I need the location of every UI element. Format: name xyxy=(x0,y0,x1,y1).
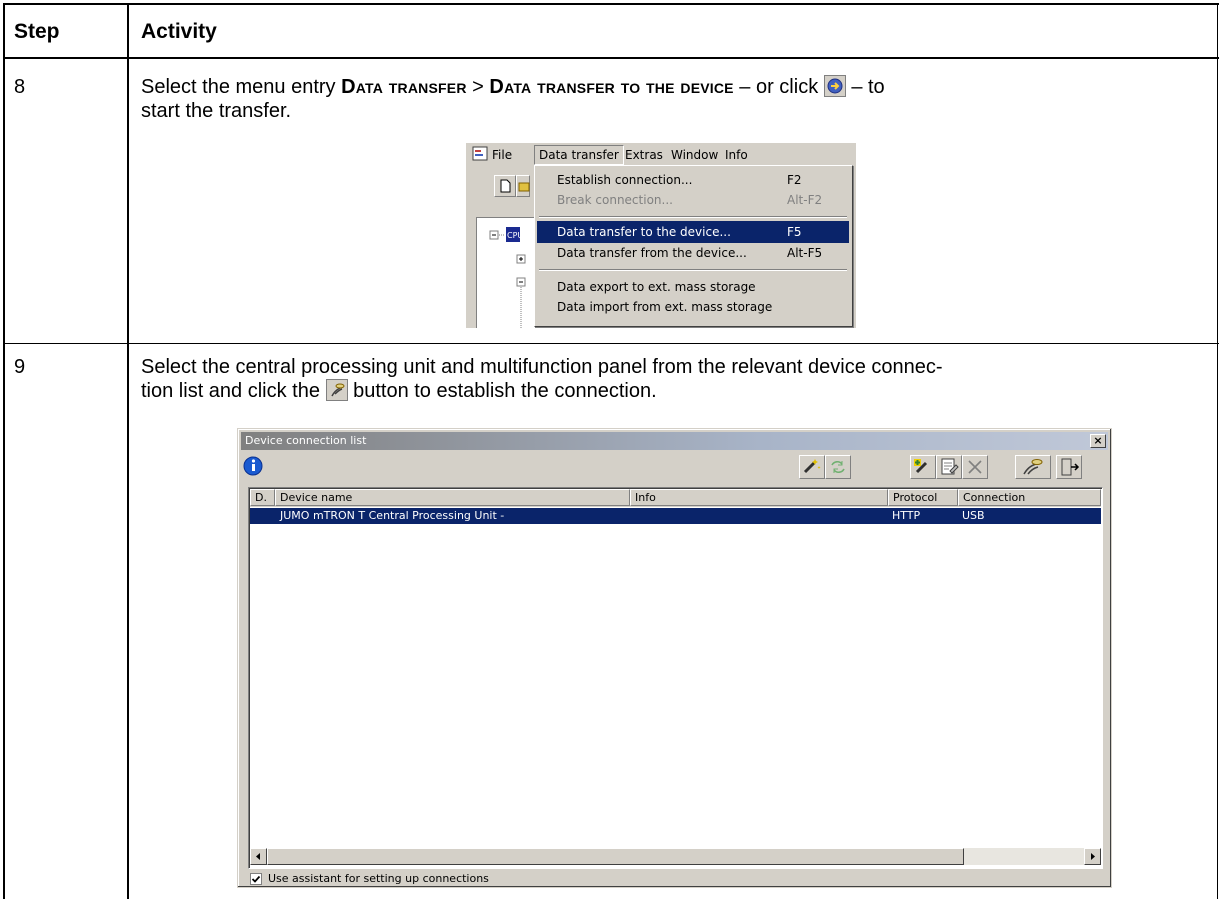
tree-panel: CPU xyxy=(476,217,537,328)
menu-item-label: Data import from ext. mass storage xyxy=(557,300,773,314)
step-number-8: 8 xyxy=(14,76,26,98)
table-border-left xyxy=(3,3,5,899)
menu-window[interactable]: Window xyxy=(671,148,718,162)
table-border-right-lower xyxy=(1217,343,1218,899)
cell-protocol: HTTP xyxy=(892,509,921,522)
horizontal-scrollbar[interactable] xyxy=(250,848,1101,865)
menu-item-label: Establish connection... xyxy=(557,173,693,187)
column-protocol[interactable]: Protocol xyxy=(888,489,958,506)
menu-item-break-connection: Break connection... Alt-F2 xyxy=(537,189,849,211)
menu-extras[interactable]: Extras xyxy=(625,148,663,162)
menu-item-shortcut: F2 xyxy=(787,173,802,187)
row8-instruction: Select the menu entry Data transfer > Da… xyxy=(141,75,1211,123)
scroll-left-icon[interactable] xyxy=(250,848,267,865)
dialog-titlebar: Device connection list × xyxy=(241,432,1108,450)
row8-text-3: – to xyxy=(845,76,885,98)
column-d[interactable]: D. xyxy=(250,489,275,506)
step-number-9: 9 xyxy=(14,356,26,378)
search-devices-icon[interactable] xyxy=(799,455,825,479)
menu-separator xyxy=(539,216,847,218)
menu-item-transfer-from-device[interactable]: Data transfer from the device... Alt-F5 xyxy=(537,242,849,264)
svg-text:CPU: CPU xyxy=(507,231,523,240)
row9-line-2b: button to establish the connection. xyxy=(347,380,657,402)
menu-item-data-export[interactable]: Data export to ext. mass storage xyxy=(537,276,849,298)
menu-item-label: Data transfer from the device... xyxy=(557,246,747,260)
menu-ref-data-transfer: Data transfer xyxy=(341,76,467,98)
row9-instruction: Select the central processing unit and m… xyxy=(141,355,1216,403)
menu-item-shortcut: F5 xyxy=(787,225,802,239)
refresh-icon xyxy=(825,455,851,479)
establish-connection-button[interactable] xyxy=(1015,455,1051,479)
dialog-title: Device connection list xyxy=(245,434,367,447)
transfer-to-device-icon xyxy=(823,75,846,97)
table-border-right xyxy=(1217,3,1218,344)
menu-item-shortcut: Alt-F5 xyxy=(787,246,823,260)
table-border-top xyxy=(3,3,1219,5)
menu-item-label: Data transfer to the device... xyxy=(557,225,731,239)
row9-line-2a: tion list and click the xyxy=(141,380,326,402)
delete-icon[interactable] xyxy=(962,455,988,479)
app-icon xyxy=(472,146,490,162)
table-row[interactable]: JUMO mTRON T Central Processing Unit - H… xyxy=(250,508,1101,524)
header-step: Step xyxy=(14,20,60,43)
properties-icon[interactable] xyxy=(936,455,962,479)
header-activity: Activity xyxy=(141,20,217,43)
column-info[interactable]: Info xyxy=(630,489,888,506)
menu-info[interactable]: Info xyxy=(725,148,748,162)
menu-item-label: Data export to ext. mass storage xyxy=(557,280,756,294)
assistant-checkbox-label: Use assistant for setting up connections xyxy=(268,872,489,885)
menu-data-transfer[interactable]: Data transfer xyxy=(534,145,624,165)
open-folder-icon[interactable] xyxy=(516,175,530,197)
row-separator xyxy=(3,343,1219,344)
column-connection[interactable]: Connection xyxy=(958,489,1101,506)
assistant-checkbox[interactable] xyxy=(250,873,262,885)
row8-text-2: – or click xyxy=(733,76,824,98)
menu-item-transfer-to-device[interactable]: Data transfer to the device... F5 xyxy=(537,221,849,243)
scroll-right-icon[interactable] xyxy=(1084,848,1101,865)
menu-item-label: Break connection... xyxy=(557,193,673,207)
data-transfer-menu: Establish connection... F2 Break connect… xyxy=(534,165,853,327)
menu-item-establish-connection[interactable]: Establish connection... F2 xyxy=(537,169,849,191)
menu-screenshot: File Data transfer Extras Window Info CP… xyxy=(466,143,856,328)
menu-file[interactable]: File xyxy=(492,148,512,162)
exit-icon[interactable] xyxy=(1056,455,1082,479)
row8-text: Select the menu entry xyxy=(141,76,342,98)
header-separator xyxy=(3,57,1219,59)
device-connection-dialog: Device connection list × D. Device name … xyxy=(237,428,1112,888)
checkmark-icon xyxy=(251,875,261,883)
menu-item-shortcut: Alt-F2 xyxy=(787,193,823,207)
establish-connection-icon xyxy=(325,379,348,401)
row9-line-1: Select the central processing unit and m… xyxy=(141,356,943,378)
cell-device-name: JUMO mTRON T Central Processing Unit - xyxy=(280,509,505,522)
menu-separator: > xyxy=(466,76,490,98)
cell-connection: USB xyxy=(962,509,985,522)
list-header: D. Device name Info Protocol Connection xyxy=(250,489,1101,507)
column-device-name[interactable]: Device name xyxy=(275,489,630,506)
close-button[interactable]: × xyxy=(1090,434,1106,448)
row8-text-4: start the transfer. xyxy=(141,100,292,122)
column-separator xyxy=(127,3,129,899)
scrollbar-thumb[interactable] xyxy=(267,848,964,865)
add-device-icon[interactable] xyxy=(910,455,936,479)
menubar: File Data transfer Extras Window Info xyxy=(466,143,856,167)
menu-item-data-import[interactable]: Data import from ext. mass storage xyxy=(537,296,849,318)
menu-separator xyxy=(539,269,847,271)
menu-ref-transfer-to-device: Data transfer to the device xyxy=(489,76,734,98)
device-list: D. Device name Info Protocol Connection … xyxy=(248,487,1103,869)
tree-expander-icon[interactable]: CPU xyxy=(477,218,537,328)
new-file-icon[interactable] xyxy=(494,175,516,197)
info-icon[interactable] xyxy=(242,455,268,479)
